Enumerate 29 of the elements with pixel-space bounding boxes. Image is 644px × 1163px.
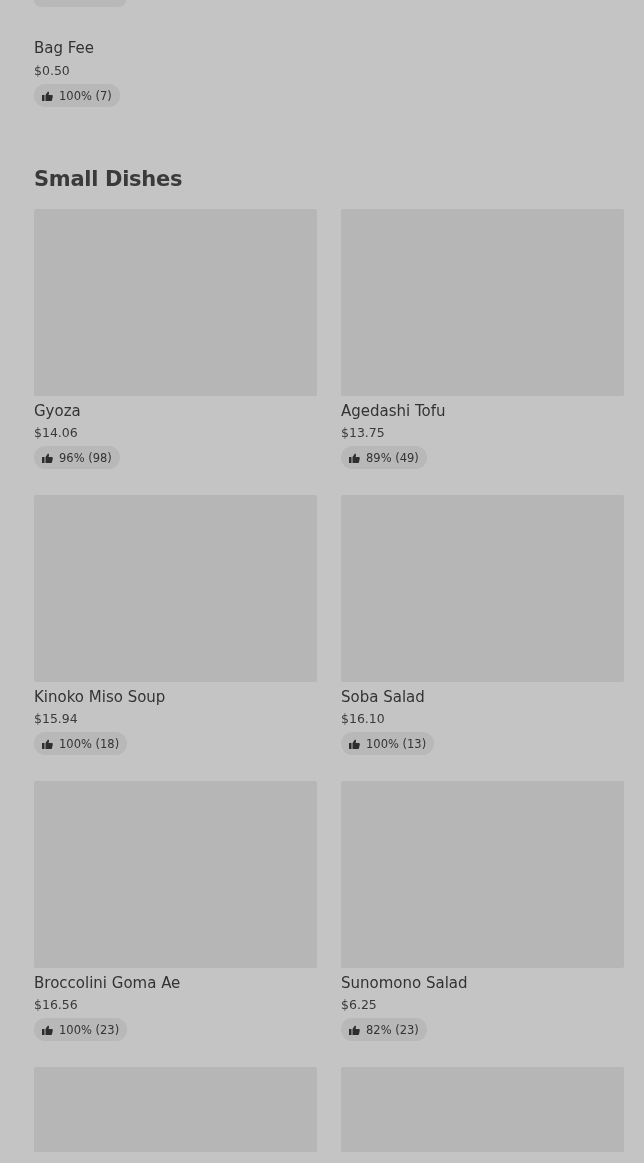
item-price: $0.50: [34, 63, 71, 78]
rating-badge: 100% (7): [34, 84, 120, 107]
dish-name: Kinoko Miso Soup: [34, 688, 167, 708]
thumbs-up-icon: [349, 1024, 360, 1035]
rating-badge: 89% (49): [341, 446, 427, 469]
thumbs-up-icon: [42, 452, 53, 463]
thumbs-up-icon: [42, 90, 53, 101]
dish-price: $15.94: [34, 711, 79, 726]
thumbs-up-icon: [349, 738, 360, 749]
rating-badge: 100% (13): [341, 732, 435, 755]
thumbs-up-icon: [349, 452, 360, 463]
thumbs-up-icon: [42, 1024, 53, 1035]
dish-name: Soba Salad: [341, 688, 426, 708]
rating-badge: 96% (98): [34, 446, 120, 469]
dish-name: Agedashi Tofu: [341, 402, 447, 422]
rating-badge: 100% (18): [34, 732, 128, 755]
section-heading: Small Dishes: [34, 167, 184, 191]
dish-price: $6.25: [341, 997, 378, 1012]
thumbs-up-icon: [42, 738, 53, 749]
dish-name: Gyoza: [34, 402, 82, 422]
rating-badge: 100% (23): [34, 1018, 128, 1041]
dish-name: Sunomono Salad: [341, 974, 469, 994]
dish-price: $16.56: [34, 997, 79, 1012]
dish-price: $16.10: [341, 711, 386, 726]
dish-price: $14.06: [34, 425, 79, 440]
dish-price: $13.75: [341, 425, 386, 440]
dish-name: Broccolini Goma Ae: [34, 974, 182, 994]
item-name: Bag Fee: [34, 39, 96, 57]
rating-badge: 82% (23): [341, 1018, 427, 1041]
